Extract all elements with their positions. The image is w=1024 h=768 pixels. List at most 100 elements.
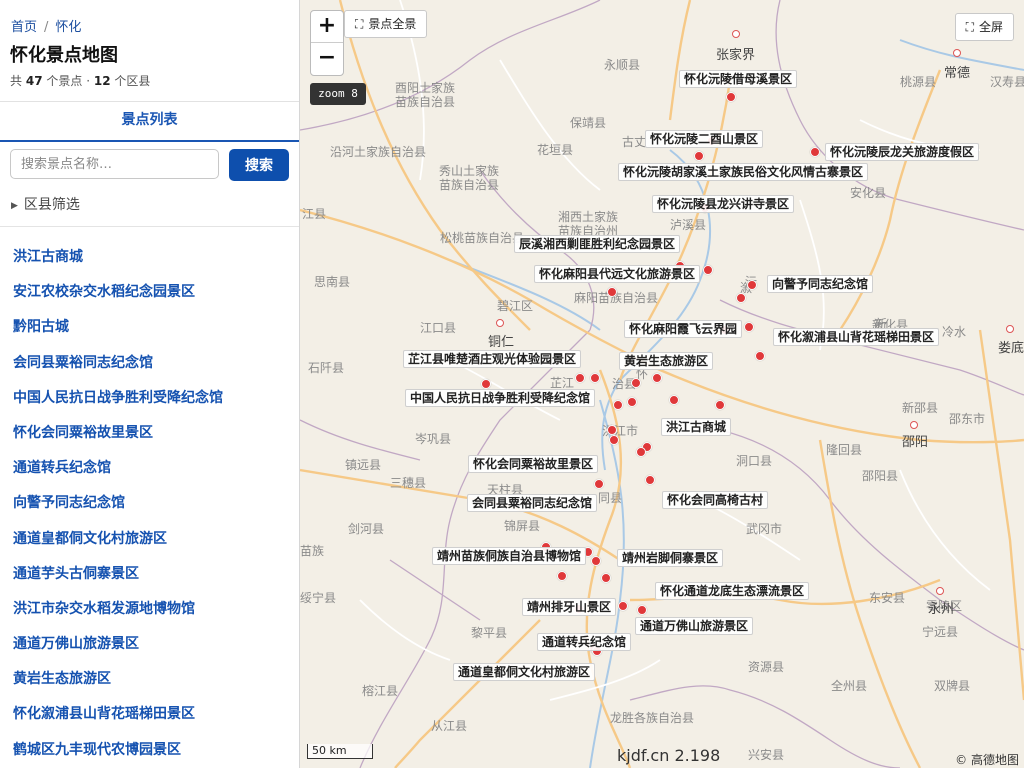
fullscreen-button[interactable]: ⛶ 全屏 <box>954 13 1014 41</box>
map-marker-icon[interactable] <box>637 605 647 615</box>
spot-list-item[interactable]: 通道芋头古侗寨景区 <box>0 557 299 592</box>
marker-label[interactable]: 怀化沅陵借母溪景区 <box>679 70 798 88</box>
map-marker-icon[interactable] <box>594 479 604 489</box>
map-marker-icon[interactable] <box>669 395 679 405</box>
place-label: 酉阳土家族 <box>395 81 456 95</box>
place-label: 榕江县 <box>362 684 399 698</box>
place-label: 双牌县 <box>934 679 971 693</box>
marker-label[interactable]: 通道皇都侗文化村旅游区 <box>453 663 596 681</box>
marker-label[interactable]: 怀化麻阳霞飞云界园 <box>624 320 743 338</box>
map-marker-icon[interactable] <box>627 397 637 407</box>
map-marker-icon[interactable] <box>607 287 617 297</box>
map-marker-icon[interactable] <box>557 571 567 581</box>
spot-list-item[interactable]: 怀化溆浦县山背花瑶梯田景区 <box>0 697 299 732</box>
spot-list-item[interactable]: 中国人民抗日战争胜利受降纪念馆 <box>0 381 299 416</box>
map-marker-icon[interactable] <box>652 373 662 383</box>
marker-label[interactable]: 靖州苗族侗族自治县博物馆 <box>432 547 587 565</box>
marker-label[interactable]: 怀化溆浦县山背花瑶梯田景区 <box>773 328 940 346</box>
place-label: 黎平县 <box>471 626 508 640</box>
map-marker-icon[interactable] <box>645 475 655 485</box>
marker-label[interactable]: 辰溪湘西剿匪胜利纪念园景区 <box>514 235 681 253</box>
map-marker-icon[interactable] <box>810 147 820 157</box>
map-marker-icon[interactable] <box>726 92 736 102</box>
place-label: 江县 <box>302 207 327 221</box>
page-title: 怀化景点地图 <box>10 45 118 66</box>
spot-list-item[interactable]: 洪江市杂交水稻发源地博物馆 <box>0 592 299 627</box>
map-marker-icon[interactable] <box>591 556 601 566</box>
place-label: 苗族自治县 <box>439 178 500 192</box>
spot-list-item[interactable]: 洪江古商城 <box>0 240 299 275</box>
city-dot-icon <box>936 587 944 595</box>
overview-button[interactable]: ⛶ 景点全景 <box>344 10 428 38</box>
fullscreen-button-label: 全屏 <box>978 20 1003 34</box>
tab-spot-list[interactable]: 景点列表 <box>0 102 299 139</box>
place-label: 桃源县 <box>900 75 937 89</box>
marker-label[interactable]: 怀化沅陵胡家溪土家族民俗文化风情古寨景区 <box>618 163 869 181</box>
map-marker-icon[interactable] <box>755 351 765 361</box>
place-label: 武冈市 <box>746 522 783 536</box>
place-label: 安化县 <box>850 186 887 200</box>
place-label: 岑巩县 <box>415 432 452 446</box>
marker-label[interactable]: 怀化麻阳县代远文化旅游景区 <box>534 265 701 283</box>
map-marker-icon[interactable] <box>631 378 641 388</box>
map-marker-icon[interactable] <box>618 601 628 611</box>
marker-label[interactable]: 怀化会同粟裕故里景区 <box>468 455 599 473</box>
marker-label[interactable]: 会同县粟裕同志纪念馆 <box>467 494 598 512</box>
marker-label[interactable]: 靖州岩脚侗寨景区 <box>617 549 724 567</box>
sidebar: 首页 / 怀化 怀化景点地图 共 47 个景点 · 12 个区县 景点列表 搜索 ▶… <box>0 0 300 768</box>
marker-label[interactable]: 通道转兵纪念馆 <box>537 633 632 651</box>
search-button[interactable]: 搜索 <box>229 149 289 181</box>
city-dot-icon <box>910 421 918 429</box>
map-marker-icon[interactable] <box>694 151 704 161</box>
marker-label[interactable]: 怀化沅陵二酉山景区 <box>645 130 764 148</box>
map-area[interactable]: 酉阳土家族 苗族自治县 永顺县 桃源县 汉寿县 保靖县 古丈 花垣县 沿河土家族自治县 秀山土家族… <box>300 0 1024 768</box>
marker-label[interactable]: 怀化通道龙底生态漂流景区 <box>655 582 810 600</box>
map-marker-icon[interactable] <box>607 425 617 435</box>
spot-list-item[interactable]: 向警予同志纪念馆 <box>0 486 299 521</box>
map-marker-icon[interactable] <box>613 400 623 410</box>
zoom-in-button[interactable]: + <box>311 11 343 43</box>
marker-label[interactable]: 向警予同志纪念馆 <box>767 275 874 293</box>
place-label: 三穗县 <box>390 476 427 490</box>
marker-label[interactable]: 靖州排牙山景区 <box>522 598 617 616</box>
zoom-out-button[interactable]: − <box>311 43 343 74</box>
marker-label[interactable]: 黄岩生态旅游区 <box>619 352 714 370</box>
map-marker-icon[interactable] <box>601 573 611 583</box>
triangle-right-icon: ▶ <box>11 201 18 211</box>
place-label: 石阡县 <box>308 361 345 375</box>
county-filter-toggle[interactable]: ▶ 区县筛选 <box>11 194 80 214</box>
marker-label[interactable]: 怀化沅陵县龙兴讲寺景区 <box>652 195 795 213</box>
map-marker-icon[interactable] <box>481 379 491 389</box>
spot-list-item[interactable]: 通道转兵纪念馆 <box>0 451 299 486</box>
place-label: 全州县 <box>831 679 868 693</box>
spot-list-item[interactable]: 通道万佛山旅游景区 <box>0 627 299 662</box>
map-marker-icon[interactable] <box>747 280 757 290</box>
marker-label[interactable]: 怀化沅陵辰龙关旅游度假区 <box>825 143 980 161</box>
place-label: 兴安县 <box>748 748 785 762</box>
map-marker-icon[interactable] <box>703 265 713 275</box>
breadcrumb-home-link[interactable]: 首页 <box>11 20 37 35</box>
spot-list-item[interactable]: 鹤城区九丰现代农博园景区 <box>0 733 299 768</box>
spot-list-item[interactable]: 怀化会同粟裕故里景区 <box>0 416 299 451</box>
map-marker-icon[interactable] <box>715 400 725 410</box>
map-marker-icon[interactable] <box>744 322 754 332</box>
breadcrumb-current-link[interactable]: 怀化 <box>55 20 81 35</box>
spot-list-item[interactable]: 黄岩生态旅游区 <box>0 662 299 697</box>
map-attribution[interactable]: © 高德地图 <box>955 751 1019 768</box>
marker-label[interactable]: 通道万佛山旅游景区 <box>635 617 754 635</box>
map-marker-icon[interactable] <box>609 435 619 445</box>
search-input[interactable] <box>10 149 219 179</box>
spot-list-item[interactable]: 会同县粟裕同志纪念馆 <box>0 346 299 381</box>
marker-label[interactable]: 洪江古商城 <box>661 418 732 436</box>
marker-label[interactable]: 怀化会同高椅古村 <box>662 491 769 509</box>
map-marker-icon[interactable] <box>636 447 646 457</box>
marker-label[interactable]: 芷江县唯楚酒庄观光体验园景区 <box>403 350 582 368</box>
map-marker-icon[interactable] <box>575 373 585 383</box>
spot-list-item[interactable]: 通道皇都侗文化村旅游区 <box>0 522 299 557</box>
map-marker-icon[interactable] <box>590 373 600 383</box>
place-label: 苗族自治县 <box>395 95 456 109</box>
spot-list-item[interactable]: 安江农校杂交水稻纪念园景区 <box>0 275 299 310</box>
marker-label[interactable]: 中国人民抗日战争胜利受降纪念馆 <box>405 389 596 407</box>
spot-list-item[interactable]: 黔阳古城 <box>0 310 299 345</box>
map-marker-icon[interactable] <box>736 293 746 303</box>
